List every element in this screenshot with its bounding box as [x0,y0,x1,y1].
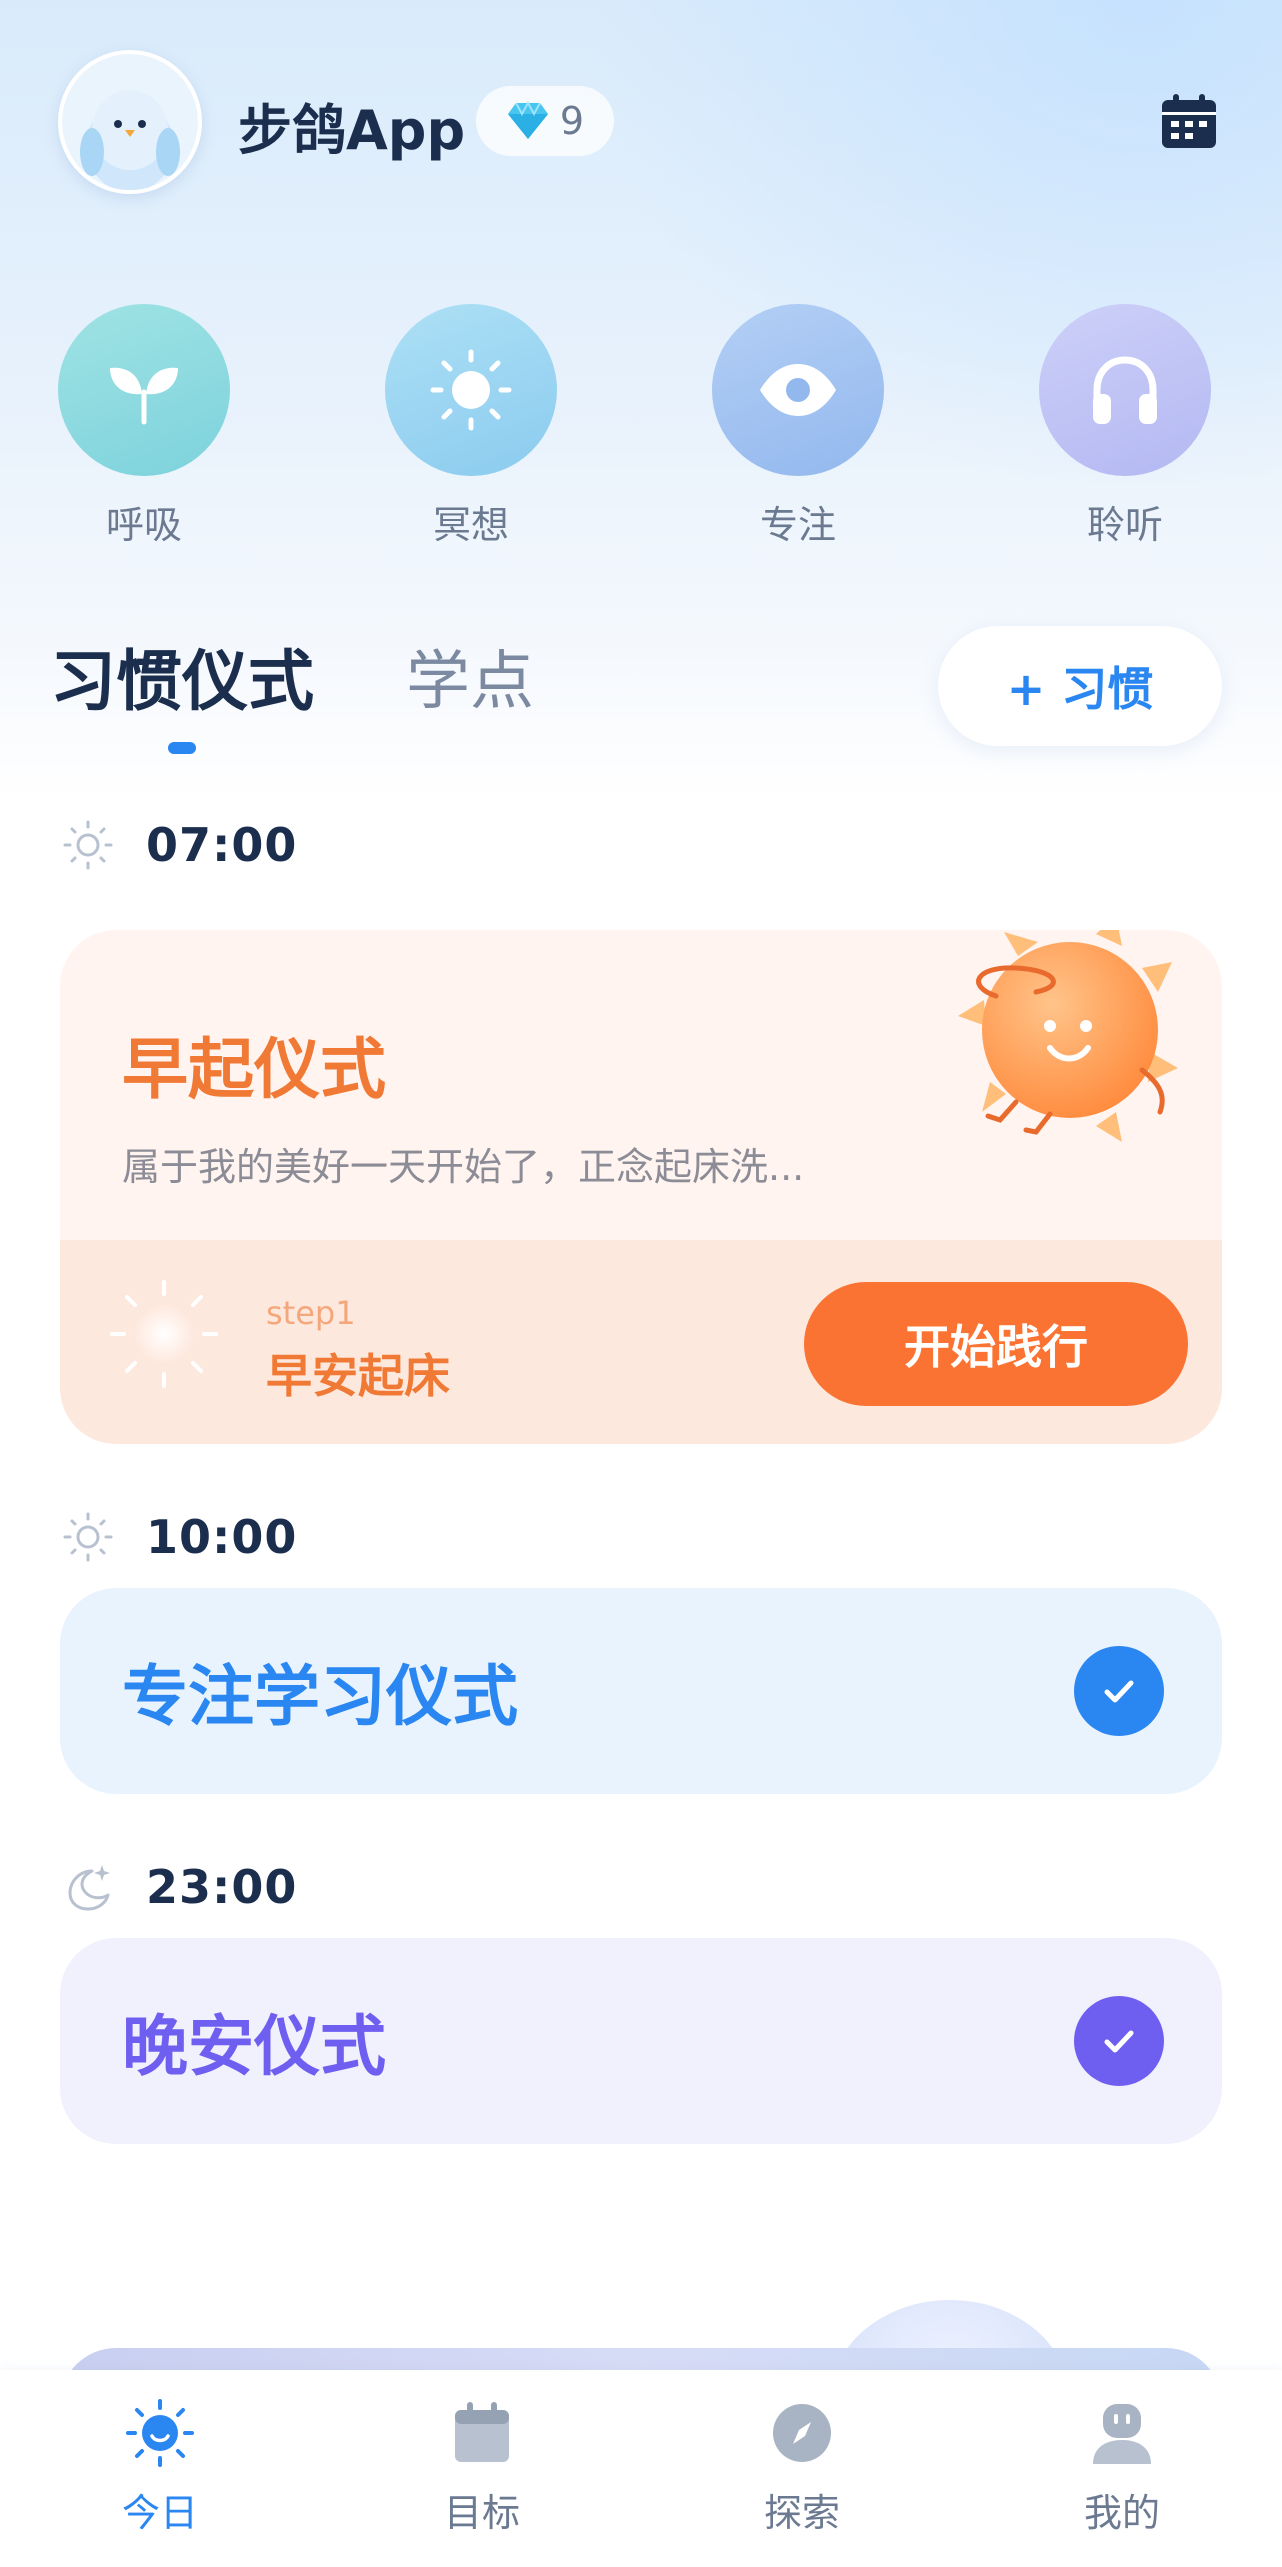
study-ritual-card[interactable]: 专注学习仪式 [60,1588,1222,1794]
calendar-icon [1162,94,1216,148]
sun-outline-icon [63,1512,113,1562]
nav-item-profile[interactable]: 我的 [1042,2398,1202,2537]
time-row-study: 10:00 [62,1510,297,1564]
nav-label: 我的 [1083,2491,1160,2535]
nav-label: 今日 [121,2491,198,2535]
ritual-title: 早起仪式 [122,1031,386,1108]
time-label: 07:00 [146,818,298,872]
tool-listen-label: 聆听 [1086,503,1163,547]
calendar-icon [455,2402,509,2462]
nav-label: 探索 [763,2491,840,2535]
sun-glow-icon [110,1280,218,1388]
tool-focus-label: 专注 [759,503,836,547]
sprout-icon [110,367,178,425]
nav-label: 目标 [443,2491,520,2535]
time-label: 23:00 [146,1860,298,1914]
check-icon [1104,1680,1134,1703]
time-row-night: 23:00 [62,1860,297,1914]
headphones-icon [1093,356,1157,424]
time-label: 10:00 [146,1510,298,1564]
sun-mascot-icon [958,930,1178,1142]
nav-item-today[interactable]: 今日 [80,2398,240,2537]
sun-icon [430,349,512,431]
moon-stars-icon [68,1865,110,1911]
step-name: 早安起床 [266,1349,450,1403]
tool-focus[interactable]: 专注 [712,304,884,549]
tab-indicator [168,742,196,754]
tool-breathe-circle [58,304,230,476]
check-icon [1104,2030,1134,2053]
bird-mascot-icon [62,54,198,190]
tool-focus-circle [712,304,884,476]
tool-listen-circle [1039,304,1211,476]
profile-icon [1093,2404,1151,2464]
completed-check[interactable] [1074,1646,1164,1736]
ritual-description: 属于我的美好一天开始了，正念起床洗... [122,1145,805,1189]
ritual-title: 专注学习仪式 [122,1658,518,1735]
avatar[interactable] [58,50,202,194]
sun-smile-icon [126,2399,194,2467]
tool-listen[interactable]: 聆听 [1039,304,1211,549]
nav-item-goals[interactable]: 目标 [402,2398,562,2537]
morning-ritual-card[interactable]: 早起仪式 属于我的美好一天开始了，正念起床洗... step1 早安起床 开始践… [60,930,1222,1444]
tool-meditate-label: 冥想 [432,503,509,547]
add-habit-button[interactable]: + 习惯 [938,626,1222,746]
step-label: step1 [266,1294,356,1332]
tab-habit-ritual[interactable]: 习惯仪式 [50,628,314,724]
tool-meditate[interactable]: 冥想 [385,304,557,549]
tab-learn[interactable]: 学点 [406,630,534,722]
night-ritual-card[interactable]: 晚安仪式 [60,1938,1222,2144]
completed-check[interactable] [1074,1996,1164,2086]
tool-breathe[interactable]: 呼吸 [58,304,230,549]
tool-breathe-label: 呼吸 [105,503,182,547]
eye-icon [760,364,836,416]
diamond-icon [507,101,548,139]
tool-meditate-circle [385,304,557,476]
calendar-button[interactable] [1160,92,1218,150]
ritual-title: 晚安仪式 [122,2008,386,2085]
app-name: 步鸽App [238,99,466,162]
start-practice-button[interactable]: 开始践行 [804,1282,1188,1406]
gem-count: 9 [559,99,585,143]
sun-outline-icon [63,820,113,870]
time-row-morning: 07:00 [62,818,297,872]
gem-badge[interactable]: 9 [476,86,614,156]
compass-icon [773,2404,831,2462]
nav-item-explore[interactable]: 探索 [722,2398,882,2537]
